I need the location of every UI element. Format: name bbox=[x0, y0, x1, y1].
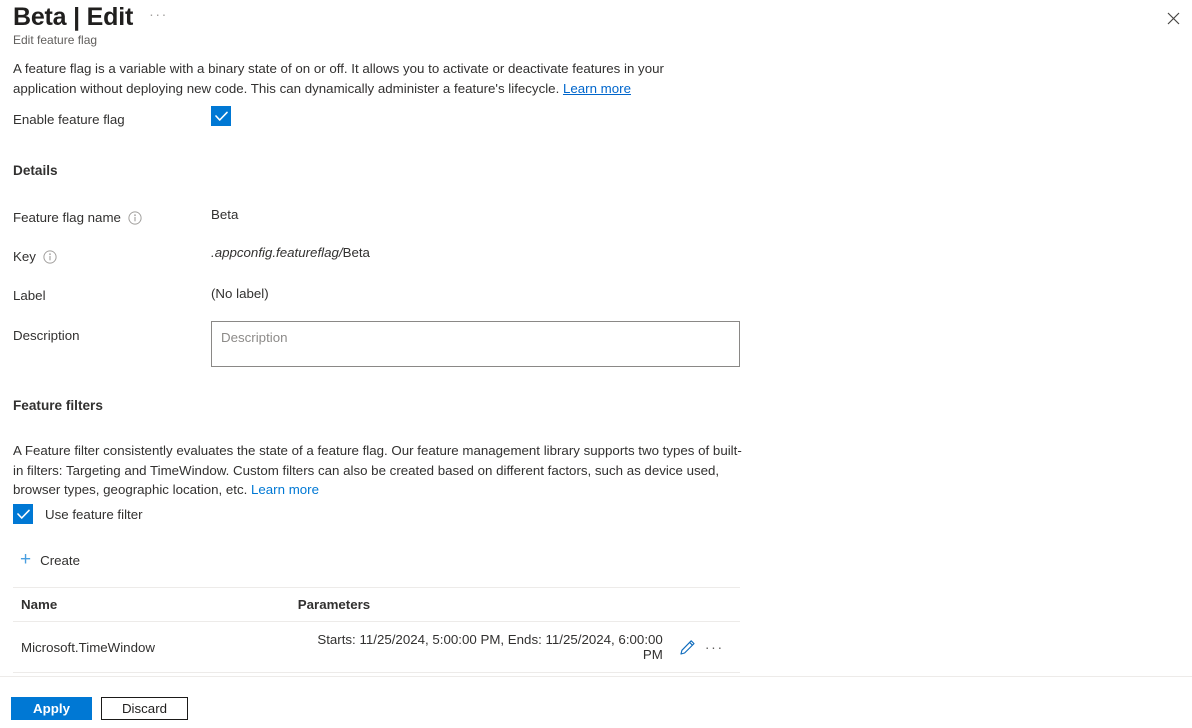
description-label-text: Description bbox=[13, 328, 80, 343]
description-field-wrapper bbox=[211, 321, 740, 367]
key-value-suffix: Beta bbox=[342, 245, 370, 260]
use-feature-filter-checkbox[interactable] bbox=[13, 504, 33, 524]
plus-icon: + bbox=[20, 549, 32, 570]
column-header-parameters: Parameters bbox=[289, 587, 679, 622]
info-icon[interactable] bbox=[128, 210, 142, 225]
key-label-text: Key bbox=[13, 249, 36, 264]
apply-button[interactable]: Apply bbox=[11, 697, 92, 720]
create-filter-label: Create bbox=[40, 552, 81, 568]
use-feature-filter-row: Use feature filter bbox=[13, 504, 143, 524]
intro-learn-more-link[interactable]: Learn more bbox=[563, 81, 631, 96]
column-header-actions bbox=[678, 587, 740, 622]
info-icon[interactable] bbox=[43, 249, 57, 264]
filter-actions-cell: ··· bbox=[678, 621, 740, 673]
filter-name-cell: Microsoft.TimeWindow bbox=[13, 621, 290, 673]
feature-filters-paragraph: A Feature filter consistently evaluates … bbox=[13, 441, 743, 500]
feature-flag-name-label-text: Feature flag name bbox=[13, 210, 121, 225]
checkmark-icon bbox=[16, 509, 30, 520]
feature-filters-learn-more-link[interactable]: Learn more bbox=[251, 482, 319, 497]
page-title: Beta | Edit bbox=[13, 3, 134, 31]
label-field-label-text: Label bbox=[13, 288, 46, 303]
feature-filters-table: Name Parameters Microsoft.TimeWindow Sta… bbox=[13, 587, 740, 673]
create-filter-button[interactable]: + Create bbox=[18, 549, 85, 571]
checkmark-icon bbox=[214, 111, 228, 122]
intro-paragraph: A feature flag is a variable with a bina… bbox=[13, 59, 725, 98]
label-field-label: Label bbox=[13, 288, 46, 303]
header-more-icon[interactable]: ··· bbox=[149, 7, 168, 21]
enable-feature-flag-checkbox[interactable] bbox=[211, 106, 231, 126]
column-header-name: Name bbox=[13, 587, 290, 622]
ellipsis-icon[interactable]: ··· bbox=[705, 640, 724, 654]
enable-feature-flag-label: Enable feature flag bbox=[13, 112, 125, 127]
description-input[interactable] bbox=[212, 322, 739, 366]
table-row[interactable]: Microsoft.TimeWindow Starts: 11/25/2024,… bbox=[13, 621, 740, 673]
page-subtitle: Edit feature flag bbox=[13, 33, 98, 47]
use-feature-filter-label: Use feature filter bbox=[45, 506, 143, 522]
label-field-value: (No label) bbox=[211, 286, 269, 301]
key-label: Key bbox=[13, 249, 57, 264]
key-value: .appconfig.featureflag/Beta bbox=[211, 245, 370, 260]
header: Beta | Edit ··· bbox=[13, 2, 168, 32]
pencil-icon[interactable] bbox=[679, 639, 696, 656]
feature-flag-name-value: Beta bbox=[211, 207, 239, 222]
feature-filters-text: A Feature filter consistently evaluates … bbox=[13, 443, 742, 497]
edit-feature-flag-pane: Beta | Edit ··· Edit feature flag A feat… bbox=[0, 0, 1192, 728]
close-icon bbox=[1167, 12, 1180, 25]
discard-button[interactable]: Discard bbox=[101, 697, 188, 720]
close-button[interactable] bbox=[1160, 5, 1186, 31]
description-label: Description bbox=[13, 328, 80, 343]
feature-filters-heading: Feature filters bbox=[13, 398, 103, 413]
table-header-row: Name Parameters bbox=[13, 587, 740, 622]
footer-separator bbox=[0, 676, 1192, 677]
key-value-prefix: .appconfig.featureflag/ bbox=[211, 245, 343, 260]
feature-flag-name-label: Feature flag name bbox=[13, 210, 142, 225]
details-heading: Details bbox=[13, 163, 58, 178]
filter-parameters-cell: Starts: 11/25/2024, 5:00:00 PM, Ends: 11… bbox=[289, 621, 679, 673]
